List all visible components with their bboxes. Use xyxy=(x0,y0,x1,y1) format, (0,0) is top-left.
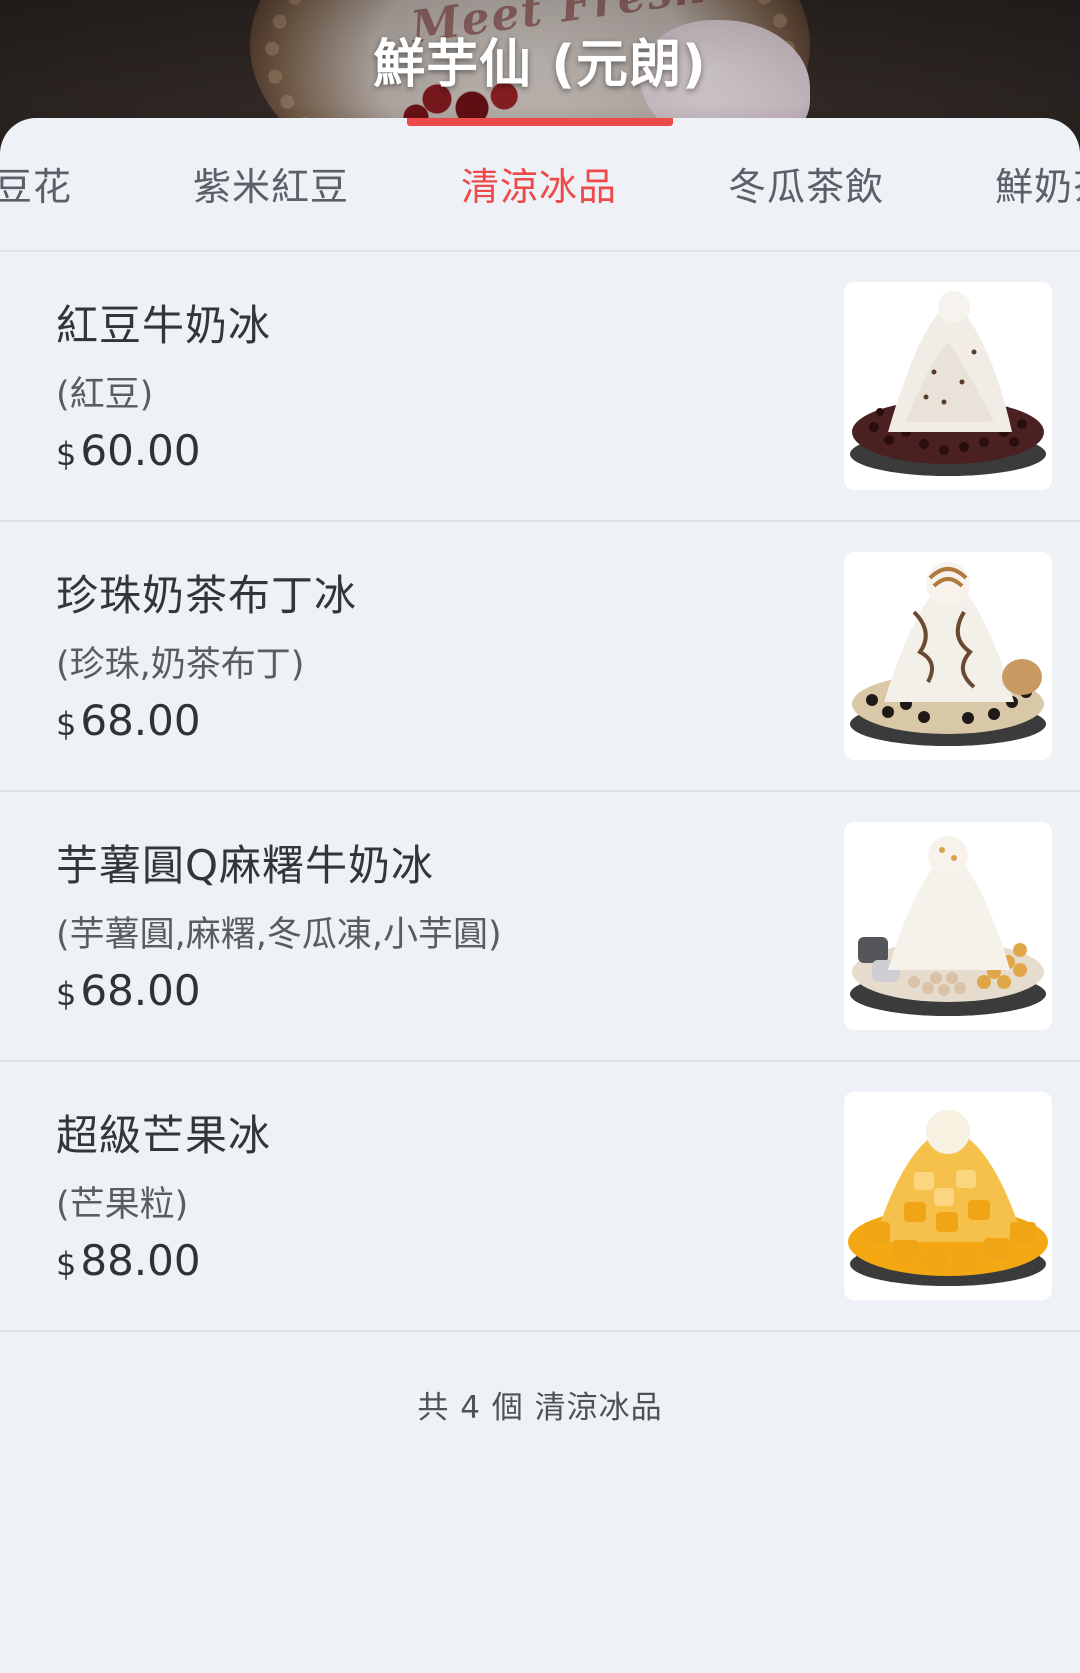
price-amount: 68.00 xyxy=(80,696,201,745)
item-name: 超級芒果冰 xyxy=(56,1111,272,1160)
item-price: $60.00 xyxy=(56,426,201,475)
price-amount: 88.00 xyxy=(80,1236,201,1285)
store-title: 鮮芋仙 (元朗) xyxy=(373,35,707,95)
active-tab-indicator xyxy=(407,118,673,126)
tab-winter-melon-tea[interactable]: 冬瓜茶飲 xyxy=(728,156,884,211)
category-tabs: 豆花 紫米紅豆 清涼冰品 冬瓜茶飲 鮮奶茶 xyxy=(0,118,1080,252)
tab-purple-rice-red-bean[interactable]: 紫米紅豆 xyxy=(193,156,349,211)
tab-douhua[interactable]: 豆花 xyxy=(0,156,72,211)
item-description: (芋薯圓,麻糬,冬瓜凍,小芋圓) xyxy=(56,915,502,955)
menu-item[interactable]: 超級芒果冰 (芒果粒) $88.00 xyxy=(0,1062,1080,1332)
currency-symbol: $ xyxy=(56,975,77,1013)
item-name: 紅豆牛奶冰 xyxy=(56,301,272,350)
currency-symbol: $ xyxy=(56,1245,77,1283)
price-amount: 68.00 xyxy=(80,966,201,1015)
menu-sheet: 豆花 紫米紅豆 清涼冰品 冬瓜茶飲 鮮奶茶 紅豆牛奶冰 (紅豆) $60.00 xyxy=(0,118,1080,1673)
item-name: 珍珠奶茶布丁冰 xyxy=(56,571,358,620)
currency-symbol: $ xyxy=(56,705,77,743)
item-description: (紅豆) xyxy=(56,375,154,415)
menu-item[interactable]: 珍珠奶茶布丁冰 (珍珠,奶茶布丁) $68.00 xyxy=(0,522,1080,792)
item-count-text: 共 4 個 清涼冰品 xyxy=(417,1390,663,1426)
item-price: $88.00 xyxy=(56,1236,201,1285)
menu-item[interactable]: 芋薯圓Q麻糬牛奶冰 (芋薯圓,麻糬,冬瓜凍,小芋圓) $68.00 xyxy=(0,792,1080,1062)
menu-page: Meet Fresh 鮮芋仙 (元朗) 豆花 紫米紅豆 清涼冰品 冬瓜茶飲 鮮奶… xyxy=(0,0,1080,1673)
item-price: $68.00 xyxy=(56,696,201,745)
tab-fresh-milk-tea[interactable]: 鮮奶茶 xyxy=(995,156,1080,211)
item-name: 芋薯圓Q麻糬牛奶冰 xyxy=(56,841,435,890)
pearl-milk-tea-pudding-ice-image[interactable] xyxy=(844,552,1052,760)
taro-ball-mochi-milk-ice-image[interactable] xyxy=(844,822,1052,1030)
menu-item[interactable]: 紅豆牛奶冰 (紅豆) $60.00 xyxy=(0,252,1080,522)
item-description: (珍珠,奶茶布丁) xyxy=(56,645,305,685)
price-amount: 60.00 xyxy=(80,426,201,475)
super-mango-ice-image[interactable] xyxy=(844,1092,1052,1300)
item-description: (芒果粒) xyxy=(56,1185,189,1225)
tab-cold-ice[interactable]: 清涼冰品 xyxy=(461,156,617,211)
red-bean-milk-ice-image[interactable] xyxy=(844,282,1052,490)
currency-symbol: $ xyxy=(56,435,77,473)
item-price: $68.00 xyxy=(56,966,201,1015)
